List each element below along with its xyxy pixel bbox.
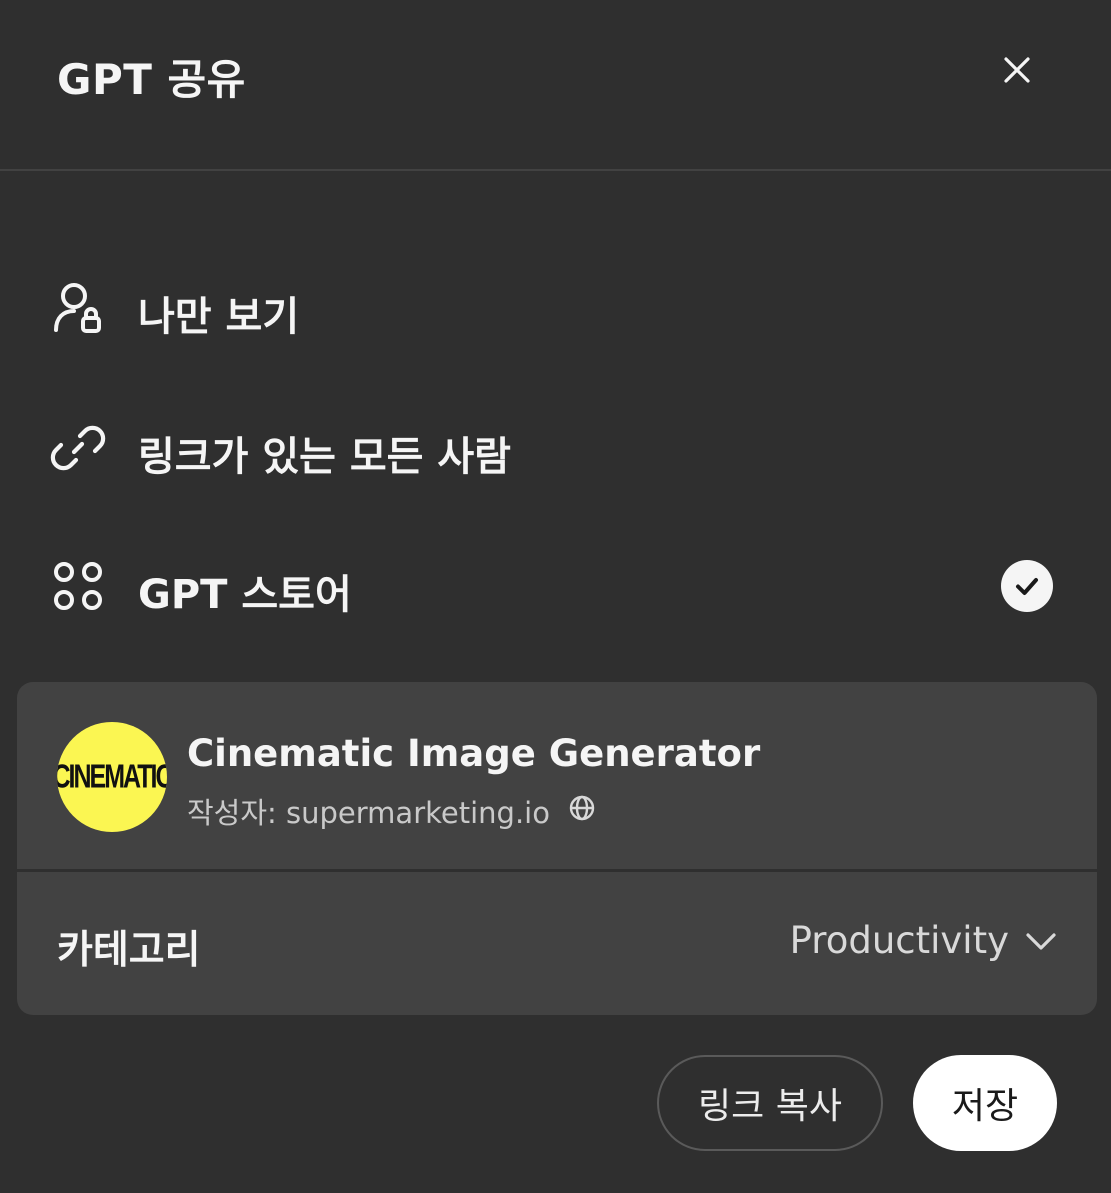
share-gpt-dialog: GPT 공유 나만 보기 링크가 있는 모든 사람 GPT 스토어 CINEMA…	[0, 0, 1111, 1193]
gpt-avatar: CINEMATIC	[57, 722, 167, 832]
apps-grid-icon	[50, 558, 106, 614]
close-button[interactable]	[995, 48, 1039, 92]
selected-check	[1001, 560, 1053, 612]
dialog-header: GPT 공유	[0, 0, 1111, 171]
globe-icon[interactable]	[568, 794, 596, 822]
category-select[interactable]: Productivity	[790, 919, 1057, 962]
link-icon	[50, 420, 106, 476]
category-row: 카테고리 Productivity	[17, 875, 1097, 1015]
category-label: 카테고리	[57, 928, 201, 973]
gpt-author: 작성자: supermarketing.io	[187, 796, 550, 830]
option-label: 나만 보기	[138, 294, 300, 340]
chevron-down-icon	[1026, 932, 1056, 950]
dialog-title: GPT 공유	[57, 55, 246, 104]
option-label: GPT 스토어	[138, 572, 352, 618]
option-only-me[interactable]: 나만 보기	[0, 252, 1111, 362]
close-icon	[1004, 57, 1030, 83]
copy-link-button[interactable]: 링크 복사	[657, 1055, 883, 1151]
avatar-logo-text: CINEMATIC	[57, 757, 167, 796]
option-gpt-store[interactable]: GPT 스토어	[0, 530, 1111, 640]
gpt-info: CINEMATIC Cinematic Image Generator 작성자:…	[17, 682, 1097, 872]
checkmark-icon	[1016, 578, 1038, 595]
option-anyone-with-link[interactable]: 링크가 있는 모든 사람	[0, 392, 1111, 502]
user-lock-icon	[50, 280, 106, 336]
category-value: Productivity	[789, 919, 1009, 962]
gpt-name: Cinematic Image Generator	[187, 732, 761, 775]
option-label: 링크가 있는 모든 사람	[138, 434, 511, 480]
save-button[interactable]: 저장	[913, 1055, 1057, 1151]
gpt-store-card: CINEMATIC Cinematic Image Generator 작성자:…	[17, 682, 1097, 1015]
